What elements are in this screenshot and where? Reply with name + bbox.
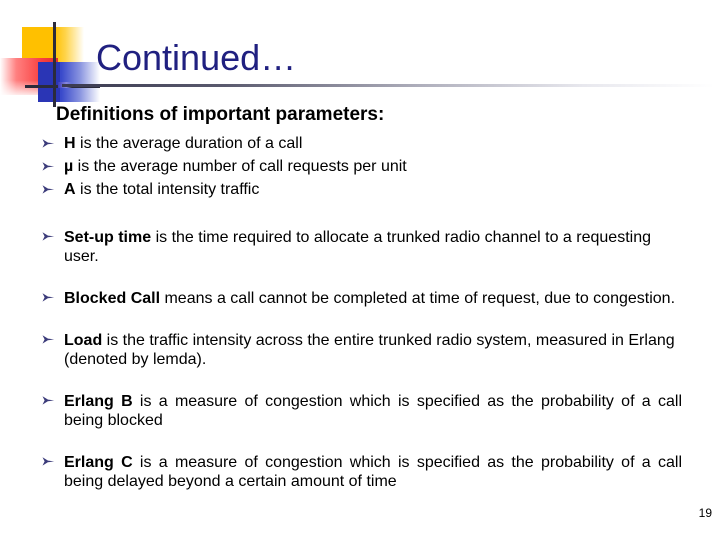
arrow-bullet-icon <box>42 161 64 172</box>
list-item-description: is a measure of congestion which is spec… <box>64 454 682 490</box>
list-item-text: Erlang B is a measure of congestion whic… <box>64 392 682 430</box>
list-item-description: is the average number of call requests p… <box>73 158 407 175</box>
list-item: Erlang C is a measure of congestion whic… <box>42 453 682 491</box>
list-item-description: is the total intensity traffic <box>75 181 260 198</box>
list-item-description: is a measure of congestion which is spec… <box>64 393 682 429</box>
deco-blue-square <box>38 62 60 102</box>
deco-red-fade-overlay <box>0 58 58 95</box>
slide-title: Continued… <box>96 37 297 78</box>
deco-vertical-line <box>53 22 56 107</box>
arrow-bullet-icon <box>42 456 64 467</box>
deco-yellow-square <box>22 27 55 67</box>
list-item-text: A is the total intensity traffic <box>64 180 682 199</box>
list-item: H is the average duration of a call <box>42 134 682 153</box>
list-item-text: Blocked Call means a call cannot be comp… <box>64 289 682 308</box>
list-item-term: A <box>64 181 76 198</box>
arrow-bullet-icon <box>42 292 64 303</box>
definition-list: Set-up time is the time required to allo… <box>42 228 682 514</box>
list-item: A is the total intensity traffic <box>42 180 682 199</box>
list-item-term: Erlang C <box>64 454 133 471</box>
list-item: µ is the average number of call requests… <box>42 157 682 176</box>
arrow-bullet-icon <box>42 138 64 149</box>
list-item-term: Blocked Call <box>64 290 161 307</box>
list-item: Set-up time is the time required to allo… <box>42 228 682 266</box>
list-item-text: Set-up time is the time required to allo… <box>64 228 682 266</box>
list-item: Erlang B is a measure of congestion whic… <box>42 392 682 430</box>
arrow-bullet-icon <box>42 334 64 345</box>
list-item-term: Load <box>64 332 103 349</box>
list-item-text: µ is the average number of call requests… <box>64 157 682 176</box>
list-item-description: means a call cannot be completed at time… <box>160 290 676 307</box>
list-item-description: is the average duration of a call <box>75 135 303 152</box>
slide-number: 19 <box>698 506 712 520</box>
deco-red-gradient-block <box>0 58 58 95</box>
list-item-description: is the time required to allocate a trunk… <box>64 229 651 265</box>
title-divider-rule <box>62 84 714 87</box>
list-item-text: Erlang C is a measure of congestion whic… <box>64 453 682 491</box>
list-item-description: is the traffic intensity across the enti… <box>64 332 675 368</box>
arrow-bullet-icon <box>42 184 64 195</box>
list-item: Load is the traffic intensity across the… <box>42 331 682 369</box>
arrow-bullet-icon <box>42 231 64 242</box>
list-item-term: µ <box>64 158 74 175</box>
deco-yellow-gradient-block <box>22 27 84 67</box>
list-item: Blocked Call means a call cannot be comp… <box>42 289 682 308</box>
section-heading: Definitions of important parameters: <box>56 104 385 125</box>
list-item-term: Set-up time <box>64 229 152 246</box>
list-item-text: H is the average duration of a call <box>64 134 682 153</box>
parameter-list: H is the average duration of a call µ is … <box>42 134 682 203</box>
list-item-term: Erlang B <box>64 393 133 410</box>
arrow-bullet-icon <box>42 395 64 406</box>
list-item-term: H <box>64 135 76 152</box>
list-item-text: Load is the traffic intensity across the… <box>64 331 682 369</box>
